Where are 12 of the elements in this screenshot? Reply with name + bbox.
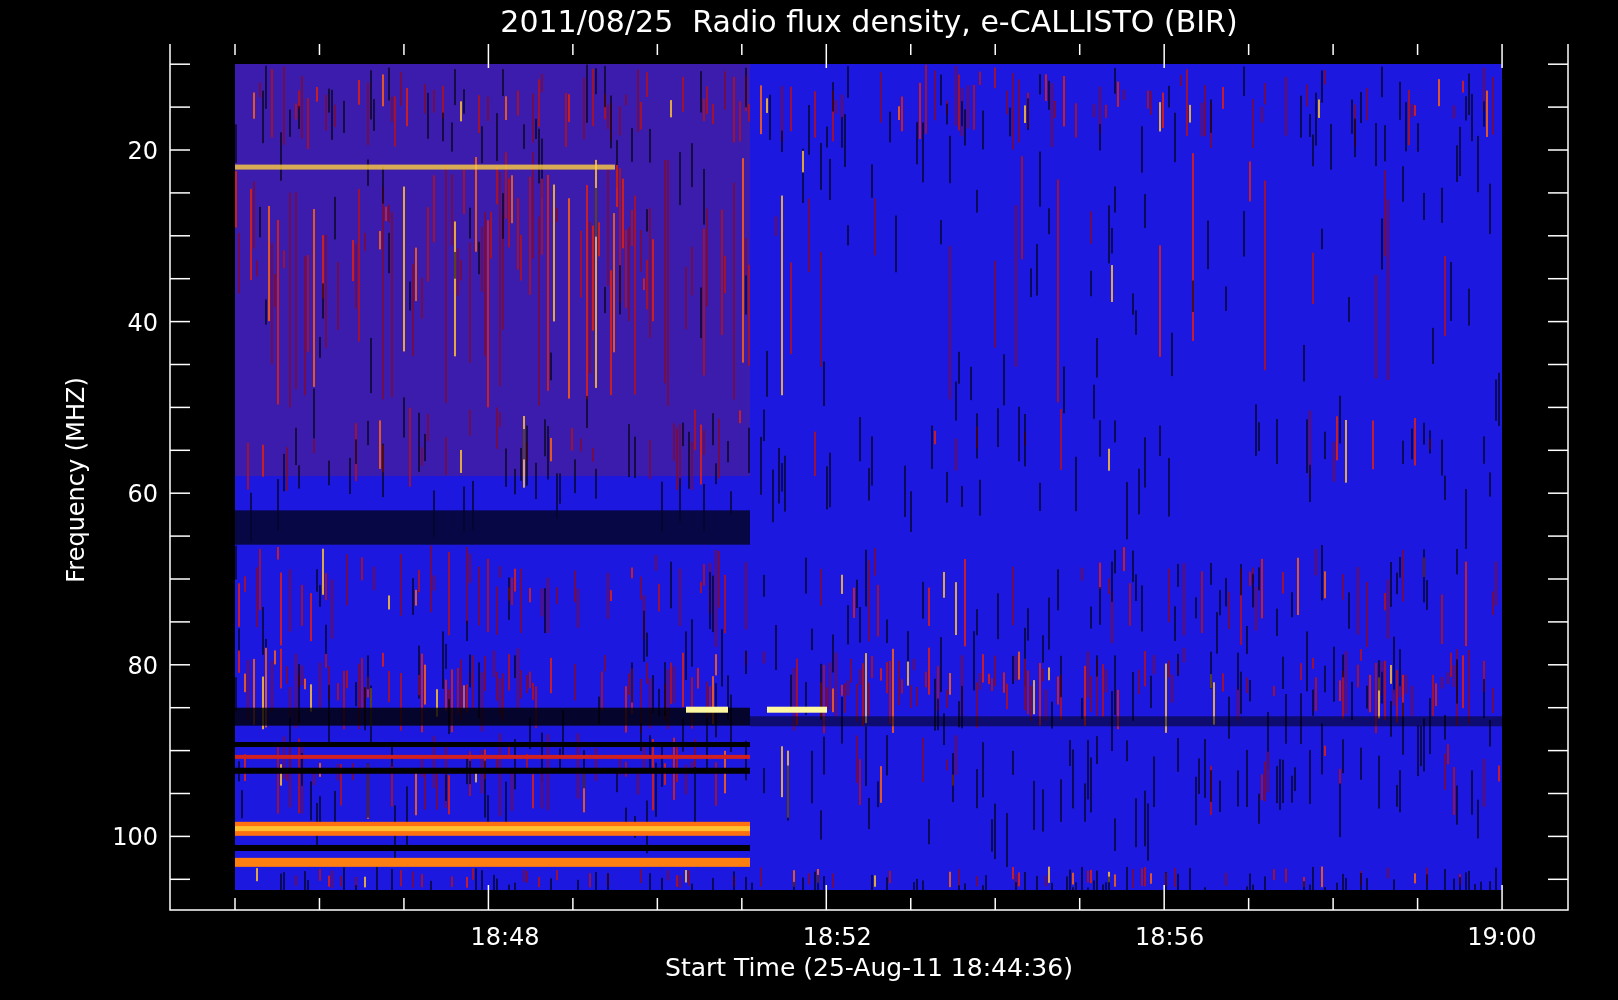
tick-label: 60	[127, 480, 158, 509]
tick-label: 18:52	[802, 923, 872, 951]
tick-label: 18:56	[1135, 923, 1205, 951]
tick-label: 18:48	[470, 923, 540, 951]
tick-label: 80	[127, 651, 158, 680]
chart-title: 2011/08/25 Radio flux density, e-CALLISTO (BIR)	[499, 3, 1239, 41]
tick-label: 20	[127, 137, 158, 165]
tick-label: 40	[127, 308, 158, 337]
y-axis-label: Frequency (MHZ)	[62, 377, 90, 583]
x-axis-label: Start Time (25-Aug-11 18:44:36)	[665, 953, 1073, 982]
tick-label: 100	[112, 823, 158, 852]
tick-label: 19:00	[1467, 923, 1537, 951]
